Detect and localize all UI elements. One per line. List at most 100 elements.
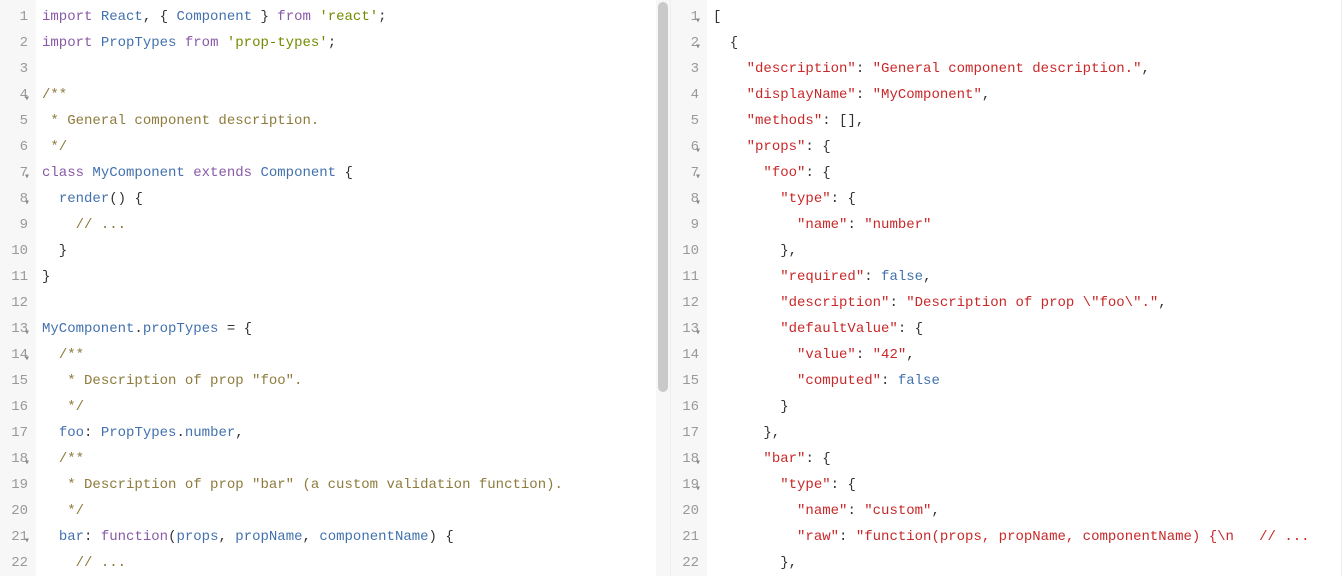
token-pln: : {	[805, 139, 830, 155]
token-pln: },	[713, 243, 797, 259]
code-line[interactable]: // ...	[42, 550, 656, 576]
token-pln: :	[889, 295, 906, 311]
left-scrollbar-thumb[interactable]	[658, 2, 668, 392]
token-key: "type"	[780, 191, 830, 207]
line-number: 1	[6, 4, 28, 30]
code-line[interactable]: "type": {	[713, 472, 1341, 498]
code-line[interactable]: }	[42, 238, 656, 264]
token-pln	[185, 165, 193, 181]
code-line[interactable]: */	[42, 134, 656, 160]
token-pln	[42, 529, 59, 545]
token-key: "MyComponent"	[873, 87, 982, 103]
line-number: 15	[6, 368, 28, 394]
code-line[interactable]: "name": "number"	[713, 212, 1341, 238]
left-scrollbar[interactable]	[656, 0, 670, 576]
line-number: 3	[677, 56, 699, 82]
code-line[interactable]: "computed": false	[713, 368, 1341, 394]
code-line[interactable]: /**	[42, 342, 656, 368]
token-pln: ,	[923, 269, 931, 285]
token-pln	[218, 35, 226, 51]
code-line[interactable]	[42, 290, 656, 316]
right-code-area[interactable]: [ { "description": "General component de…	[707, 0, 1341, 576]
code-line[interactable]: }	[42, 264, 656, 290]
line-number: 19	[6, 472, 28, 498]
token-id: MyComponent	[92, 165, 184, 181]
token-pln: = {	[218, 321, 252, 337]
token-pln: ,	[931, 503, 939, 519]
code-line[interactable]: "name": "custom",	[713, 498, 1341, 524]
code-line[interactable]: // ...	[42, 212, 656, 238]
code-line[interactable]: {	[713, 30, 1341, 56]
code-line[interactable]: "props": {	[713, 134, 1341, 160]
code-line[interactable]: MyComponent.propTypes = {	[42, 316, 656, 342]
token-cmt: /**	[59, 451, 84, 467]
code-line[interactable]: "value": "42",	[713, 342, 1341, 368]
code-line[interactable]: render() {	[42, 186, 656, 212]
code-line[interactable]: /**	[42, 82, 656, 108]
line-number: 13▾	[6, 316, 28, 342]
line-number: 5	[6, 108, 28, 134]
left-code-area[interactable]: import React, { Component } from 'react'…	[36, 0, 656, 576]
left-editor-pane: 1234▾567▾8▾910111213▾14▾15161718▾192021▾…	[0, 0, 671, 576]
token-pln: ,	[906, 347, 914, 363]
token-key: "Description of prop \"foo\"."	[906, 295, 1158, 311]
line-number: 20	[677, 498, 699, 524]
line-number: 5	[677, 108, 699, 134]
code-line[interactable]: "displayName": "MyComponent",	[713, 82, 1341, 108]
token-pln: : {	[805, 451, 830, 467]
code-line[interactable]: }	[713, 394, 1341, 420]
code-line[interactable]	[42, 56, 656, 82]
line-number: 6	[6, 134, 28, 160]
token-key: "computed"	[797, 373, 881, 389]
token-key: "42"	[873, 347, 907, 363]
token-cmt: * General component description.	[42, 113, 319, 129]
code-line[interactable]: * General component description.	[42, 108, 656, 134]
token-id: MyComponent	[42, 321, 134, 337]
code-line[interactable]: "type": {	[713, 186, 1341, 212]
token-cmt: * Description of prop "bar" (a custom va…	[59, 477, 563, 493]
token-str: 'react'	[319, 9, 378, 25]
code-line[interactable]: "methods": [],	[713, 108, 1341, 134]
code-line[interactable]: bar: function(props, propName, component…	[42, 524, 656, 550]
token-pln: :	[864, 269, 881, 285]
code-line[interactable]: "description": "Description of prop \"fo…	[713, 290, 1341, 316]
token-pln	[713, 477, 780, 493]
token-id: propTypes	[143, 321, 219, 337]
code-line[interactable]: [	[713, 4, 1341, 30]
code-line[interactable]: },	[713, 238, 1341, 264]
code-line[interactable]: class MyComponent extends Component {	[42, 160, 656, 186]
code-line[interactable]: },	[713, 420, 1341, 446]
code-line[interactable]: "required": false,	[713, 264, 1341, 290]
code-line[interactable]: * Description of prop "foo".	[42, 368, 656, 394]
token-key: "name"	[797, 217, 847, 233]
code-line[interactable]: "raw": "function(props, propName, compon…	[713, 524, 1341, 550]
token-pln: :	[856, 61, 873, 77]
code-line[interactable]: import PropTypes from 'prop-types';	[42, 30, 656, 56]
code-line[interactable]: "bar": {	[713, 446, 1341, 472]
code-line[interactable]: },	[713, 550, 1341, 576]
code-line[interactable]: * Description of prop "bar" (a custom va…	[42, 472, 656, 498]
token-id: componentName	[319, 529, 428, 545]
token-kw: function	[101, 529, 168, 545]
code-line[interactable]: "foo": {	[713, 160, 1341, 186]
code-line[interactable]: foo: PropTypes.number,	[42, 420, 656, 446]
code-line[interactable]: import React, { Component } from 'react'…	[42, 4, 656, 30]
line-number: 19▾	[677, 472, 699, 498]
token-cmt: /**	[59, 347, 84, 363]
token-pln	[713, 87, 747, 103]
code-line[interactable]: */	[42, 498, 656, 524]
line-number: 8▾	[677, 186, 699, 212]
token-pln: }	[42, 243, 67, 259]
code-line[interactable]: /**	[42, 446, 656, 472]
token-pln	[713, 61, 747, 77]
token-pln: ,	[982, 87, 990, 103]
token-key: "description"	[747, 61, 856, 77]
code-line[interactable]: */	[42, 394, 656, 420]
token-pln	[176, 35, 184, 51]
token-pln: :	[84, 425, 101, 441]
code-line[interactable]: "defaultValue": {	[713, 316, 1341, 342]
token-pln	[713, 529, 797, 545]
code-line[interactable]: "description": "General component descri…	[713, 56, 1341, 82]
token-key: "custom"	[864, 503, 931, 519]
line-number: 17	[677, 420, 699, 446]
